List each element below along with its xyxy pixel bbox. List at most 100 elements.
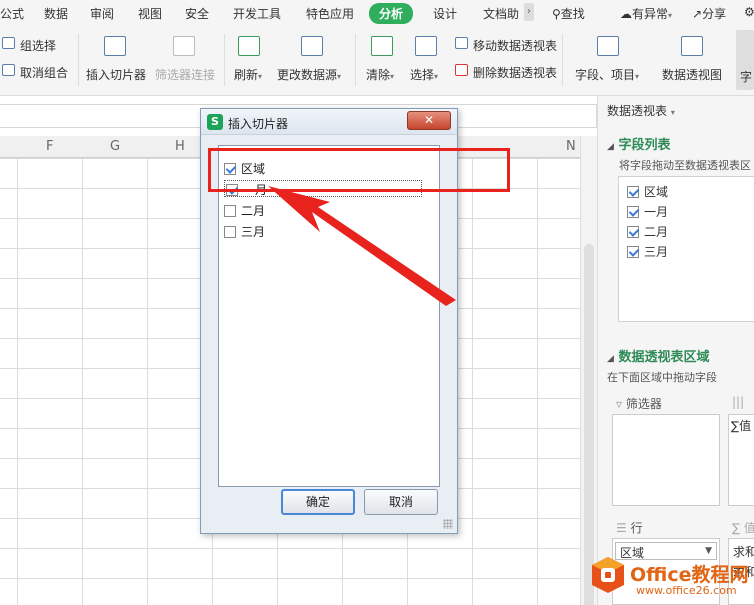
vertical-scrollbar[interactable] <box>580 136 597 605</box>
collapse-triangle-icon: ◢ <box>607 142 614 152</box>
select-button[interactable]: 选择▾ <box>410 66 438 83</box>
checkbox-icon <box>224 205 236 217</box>
field-item-jan[interactable]: 一月 <box>627 203 668 220</box>
wps-logo-icon: S <box>207 114 223 130</box>
clear-label: 清除 <box>366 68 391 82</box>
search-icon: ⚲ <box>552 7 561 21</box>
app-window: 公式 数据 审阅 视图 安全 开发工具 特色应用 分析 设计 文档助 › ⚲查找… <box>0 0 754 605</box>
slicer-field-feb[interactable]: 二月 <box>224 202 265 219</box>
tab-doc-assistant[interactable]: 文档助 <box>483 5 519 22</box>
filter-area-label: ▿ 筛选器 <box>616 395 662 412</box>
field-label: 一月 <box>644 205 669 219</box>
pane-title[interactable]: 数据透视表 ▾ <box>607 102 675 119</box>
fields-pane-toggle[interactable]: 字 <box>736 30 754 90</box>
collapse-triangle-icon: ◢ <box>607 354 614 364</box>
watermark-url: www.office26.com <box>636 584 737 597</box>
status-label: 有异常 <box>632 7 669 21</box>
search-label: 查找 <box>560 7 585 21</box>
values-chip[interactable]: ∑值 <box>731 417 751 434</box>
pane-title-label: 数据透视表 <box>607 104 668 118</box>
select-label: 选择 <box>410 68 435 82</box>
rows-area-label: ☰ 行 <box>616 519 643 536</box>
rows-label: 行 <box>630 521 643 535</box>
values-field-chip[interactable]: 求和 <box>733 543 754 560</box>
filter-label: 筛选器 <box>625 397 662 411</box>
ribbon-divider <box>562 34 563 86</box>
tab-view[interactable]: 视图 <box>138 5 162 22</box>
pivot-chart-icon <box>681 36 703 56</box>
rows-icon: ☰ <box>616 521 627 535</box>
pivot-area-section[interactable]: ◢ 数据透视表区域 <box>607 346 709 365</box>
refresh-icon <box>238 36 260 56</box>
tab-review[interactable]: 审阅 <box>90 5 114 22</box>
status-indicator[interactable]: ☁有异常▾ <box>620 5 672 22</box>
pivot-chart-button[interactable]: 数据透视图 <box>662 66 722 83</box>
ribbon-divider <box>355 34 356 86</box>
field-item-region[interactable]: 区域 <box>627 183 668 200</box>
office-logo-icon <box>592 557 624 593</box>
watermark-brand: Office教程网 <box>630 564 749 586</box>
scrollbar-thumb[interactable] <box>584 244 594 605</box>
group-select-button[interactable]: 组选择 <box>20 37 56 54</box>
tab-formulas[interactable]: 公式 <box>0 5 24 22</box>
delete-pivot-button[interactable]: 删除数据透视表 <box>473 64 557 81</box>
resize-grip-icon[interactable] <box>443 519 453 529</box>
field-list-section[interactable]: ◢ 字段列表 <box>607 134 670 153</box>
tab-special[interactable]: 特色应用 <box>306 5 354 22</box>
columns-drop-zone[interactable]: ∑值 <box>728 414 754 506</box>
cloud-icon: ☁ <box>620 7 632 21</box>
pivot-area-hint: 在下面区域中拖动字段 <box>607 371 717 384</box>
tab-developer[interactable]: 开发工具 <box>233 5 281 22</box>
field-list-hint: 将字段拖动至数据透视表区 <box>619 159 751 172</box>
ungroup-button[interactable]: 取消组合 <box>20 64 68 81</box>
fields-items-label: 字段、项目 <box>575 68 636 82</box>
tab-security[interactable]: 安全 <box>185 5 209 22</box>
ok-button[interactable]: 确定 <box>281 489 355 515</box>
column-header-h[interactable]: H <box>175 139 185 154</box>
column-header-g[interactable]: G <box>110 139 120 154</box>
refresh-button[interactable]: 刷新▾ <box>234 66 262 83</box>
field-list: 区域 一月 二月 三月 <box>618 176 754 322</box>
field-item-feb[interactable]: 二月 <box>627 223 668 240</box>
share-icon: ↗ <box>692 7 703 21</box>
checkbox-icon <box>627 206 639 218</box>
menu-bar: 公式 数据 审阅 视图 安全 开发工具 特色应用 分析 设计 文档助 › ⚲查找… <box>0 0 754 26</box>
filter-connections-button[interactable]: 筛选器连接 <box>155 66 215 83</box>
rows-field-chip[interactable]: 区域 ▼ <box>615 542 717 560</box>
field-item-mar[interactable]: 三月 <box>627 243 668 260</box>
dialog-title: 插入切片器 <box>228 117 289 131</box>
slicer-field-mar[interactable]: 三月 <box>224 223 265 240</box>
slicer-field-label: 三月 <box>241 225 266 239</box>
clear-button[interactable]: 清除▾ <box>366 66 394 83</box>
change-source-button[interactable]: 更改数据源▾ <box>277 66 341 83</box>
checkbox-icon <box>627 186 639 198</box>
fields-items-button[interactable]: 字段、项目▾ <box>575 66 639 83</box>
tab-data[interactable]: 数据 <box>44 5 68 22</box>
share-label: 分享 <box>702 7 727 21</box>
tab-analyze[interactable]: 分析 <box>369 3 414 24</box>
move-pivot-icon <box>455 37 468 49</box>
share-button[interactable]: ↗分享 <box>692 5 726 22</box>
cancel-button[interactable]: 取消 <box>364 489 438 515</box>
ribbon-toolbar: 组选择 取消组合 插入切片器 筛选器连接 刷新▾ 更改数据源▾ 清除▾ 选择▾ … <box>0 26 754 96</box>
fields-items-icon <box>597 36 619 56</box>
insert-slicer-button[interactable]: 插入切片器 <box>86 66 146 83</box>
highlight-box <box>208 148 510 192</box>
slicer-field-label: 二月 <box>241 204 266 218</box>
pivot-area-title: 数据透视表区域 <box>618 350 710 365</box>
filter-drop-zone[interactable] <box>612 414 720 506</box>
move-pivot-button[interactable]: 移动数据透视表 <box>473 37 557 54</box>
tab-design[interactable]: 设计 <box>433 5 457 22</box>
funnel-icon: ▿ <box>616 397 623 411</box>
dialog-titlebar[interactable]: S 插入切片器 ✕ <box>201 109 457 135</box>
column-header-f[interactable]: F <box>46 139 53 154</box>
change-source-icon <box>301 36 323 56</box>
delete-pivot-icon <box>455 64 468 76</box>
settings-icon[interactable]: ⚙ <box>744 5 754 19</box>
more-tabs-button[interactable]: › <box>524 3 534 21</box>
dropdown-arrow-icon: ▼ <box>705 546 712 556</box>
close-button[interactable]: ✕ <box>407 111 451 130</box>
checkbox-icon <box>224 226 236 238</box>
search-button[interactable]: ⚲查找 <box>552 5 585 22</box>
column-header-n[interactable]: N <box>566 139 576 154</box>
